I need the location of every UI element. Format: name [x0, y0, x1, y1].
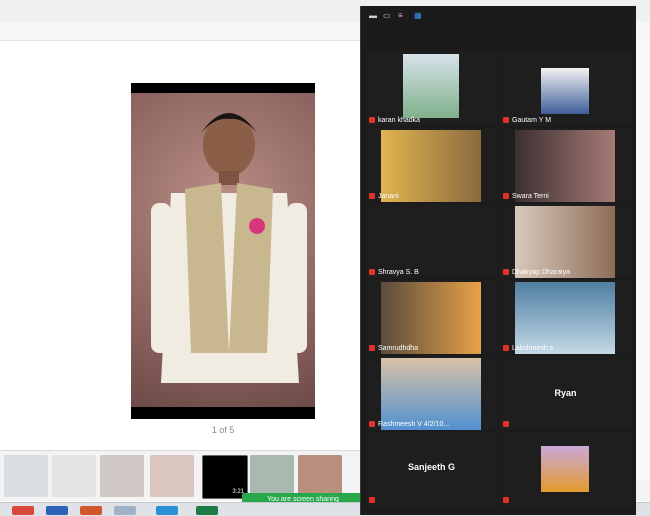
gallery-view-icon[interactable]: ▦	[414, 12, 423, 20]
shared-photo	[131, 83, 315, 419]
participant-name: Rashmeesh V 4/2/10...	[378, 421, 450, 428]
participant-name: Samrudhdha	[378, 345, 419, 352]
participant-video	[515, 282, 615, 354]
thumbnail[interactable]	[150, 455, 194, 497]
participant-video	[381, 130, 481, 202]
mic-muted-icon	[369, 193, 375, 199]
powerpoint-icon[interactable]	[80, 506, 102, 515]
participant-video	[381, 282, 481, 354]
participant-tile[interactable]: Dhairyap Dharaiya	[499, 204, 632, 278]
participant-tile[interactable]: Shravya S. B	[365, 204, 498, 278]
participant-video	[381, 358, 481, 430]
mic-muted-icon	[369, 421, 375, 427]
app-icon[interactable]	[156, 506, 178, 515]
page-counter: 1 of 5	[211, 425, 235, 435]
participant-video	[541, 446, 589, 492]
mic-muted-icon	[503, 345, 509, 351]
thumbnail[interactable]	[100, 455, 144, 497]
participant-tile[interactable]: Gautam Y M	[499, 52, 632, 126]
video-thumbnail[interactable]: 3:21	[202, 455, 248, 499]
mic-muted-icon	[369, 117, 375, 123]
participant-tile[interactable]: Lakshmesh.s	[499, 280, 632, 354]
participant-name: karan khadka	[378, 117, 421, 124]
participant-tile[interactable]: Ryan	[499, 356, 632, 430]
participant-video	[541, 68, 589, 114]
app-icon[interactable]	[114, 506, 136, 515]
participant-tile[interactable]: Swara Terni	[499, 128, 632, 202]
mic-muted-icon	[369, 345, 375, 351]
minimize-icon[interactable]: ▬	[369, 12, 378, 20]
mic-muted-icon	[503, 497, 509, 503]
participant-name: Swara Terni	[512, 193, 549, 200]
participant-video	[515, 130, 615, 202]
thumbnail[interactable]	[250, 455, 294, 497]
participant-video	[403, 54, 459, 118]
participant-video	[515, 206, 615, 278]
strip-view-icon[interactable]: ≡	[398, 12, 407, 20]
participant-tile[interactable]: karan khadka	[365, 52, 498, 126]
participant-name: Shravya S. B	[378, 269, 419, 276]
speaker-view-icon[interactable]: ▭	[383, 12, 392, 20]
thumbnail[interactable]	[4, 455, 48, 497]
chrome-icon[interactable]	[12, 506, 34, 515]
participant-tile[interactable]: Samrudhdha	[365, 280, 498, 354]
thumbnail[interactable]	[298, 455, 342, 497]
participant-tile[interactable]: Rashmeesh V 4/2/10...	[365, 356, 498, 430]
side-scrollbar[interactable]	[636, 40, 650, 480]
participant-name: Dhairyap Dharaiya	[512, 269, 570, 276]
mic-muted-icon	[503, 269, 509, 275]
photo-boy-figure	[151, 113, 307, 383]
excel-icon[interactable]	[196, 506, 218, 515]
participant-name: Sanjeeth G	[407, 462, 455, 472]
meeting-gallery-panel: ▬ ▭ ≡ ▦ karan khadka Gautam Y M Janani S…	[360, 6, 636, 515]
participant-name: Gautam Y M	[512, 117, 552, 124]
participant-tile[interactable]	[499, 432, 632, 506]
thumbnail[interactable]	[52, 455, 96, 497]
mic-muted-icon	[369, 497, 375, 503]
participant-name: Ryan	[554, 388, 577, 398]
mic-muted-icon	[503, 117, 509, 123]
mic-muted-icon	[369, 269, 375, 275]
participant-name: Lakshmesh.s	[512, 345, 554, 352]
word-icon[interactable]	[46, 506, 68, 515]
mic-muted-icon	[503, 421, 509, 427]
participant-name: Janani	[378, 193, 399, 200]
mic-muted-icon	[503, 193, 509, 199]
participant-tile[interactable]: Sanjeeth G	[365, 432, 498, 506]
participant-tile[interactable]: Janani	[365, 128, 498, 202]
panel-header: ▬ ▭ ≡ ▦	[361, 6, 636, 26]
